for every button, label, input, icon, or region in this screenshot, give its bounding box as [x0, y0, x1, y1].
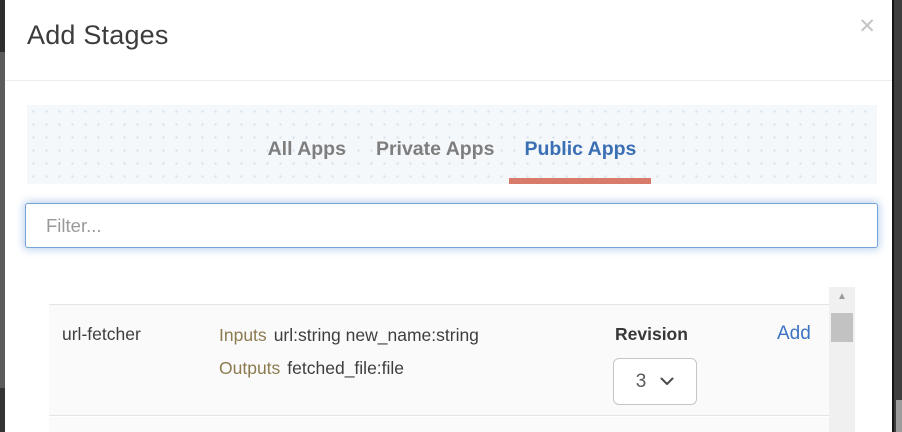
tab-private-apps[interactable]: Private Apps	[361, 105, 510, 184]
app-outputs-line: Outputs fetched_file:file	[219, 352, 479, 385]
page-edge-left-middle	[0, 52, 5, 388]
dialog-title: Add Stages	[27, 20, 169, 51]
page-edge-right	[892, 0, 902, 432]
inputs-value: url:string new_name:string	[274, 325, 479, 345]
app-row-url-fetcher: url-fetcher Inputs url:string new_name:st…	[49, 304, 829, 416]
app-name: url-fetcher	[62, 324, 141, 345]
add-stages-dialog: Add Stages ✕ All Apps Private Apps Publi…	[0, 0, 902, 432]
active-tab-underline	[509, 178, 651, 184]
tab-all-apps[interactable]: All Apps	[253, 105, 361, 184]
header-divider	[5, 80, 892, 81]
tab-public-apps[interactable]: Public Apps	[509, 105, 651, 184]
revision-label: Revision	[615, 324, 688, 345]
scroll-up-icon[interactable]: ▲	[829, 292, 855, 302]
outputs-label: Outputs	[219, 358, 280, 378]
close-icon[interactable]: ✕	[858, 16, 876, 37]
app-io-spec: Inputs url:string new_name:string Outputs…	[219, 319, 479, 385]
page-edge-left-top	[0, 0, 5, 52]
page-scrollbar-fragment[interactable]	[896, 400, 902, 432]
tab-all-apps-label: All Apps	[268, 138, 346, 161]
app-inputs-line: Inputs url:string new_name:string	[219, 319, 479, 352]
list-scrollbar-thumb[interactable]	[831, 313, 853, 342]
inputs-label: Inputs	[219, 325, 267, 345]
tab-public-apps-label: Public Apps	[524, 138, 636, 161]
list-scrollbar-track[interactable]: ▲	[829, 287, 855, 432]
add-button[interactable]: Add	[777, 323, 811, 345]
tab-private-apps-label: Private Apps	[376, 138, 495, 161]
filter-input[interactable]	[25, 203, 878, 248]
revision-select[interactable]: 3	[613, 358, 697, 405]
page-edge-left-bottom	[0, 388, 5, 432]
page-edge-left	[0, 0, 5, 432]
next-app-row-partial	[49, 417, 829, 432]
revision-selected-value: 3	[636, 371, 647, 393]
outputs-value: fetched_file:file	[287, 358, 404, 378]
apps-tabbar: All Apps Private Apps Public Apps	[27, 105, 877, 184]
chevron-down-icon	[660, 377, 674, 386]
